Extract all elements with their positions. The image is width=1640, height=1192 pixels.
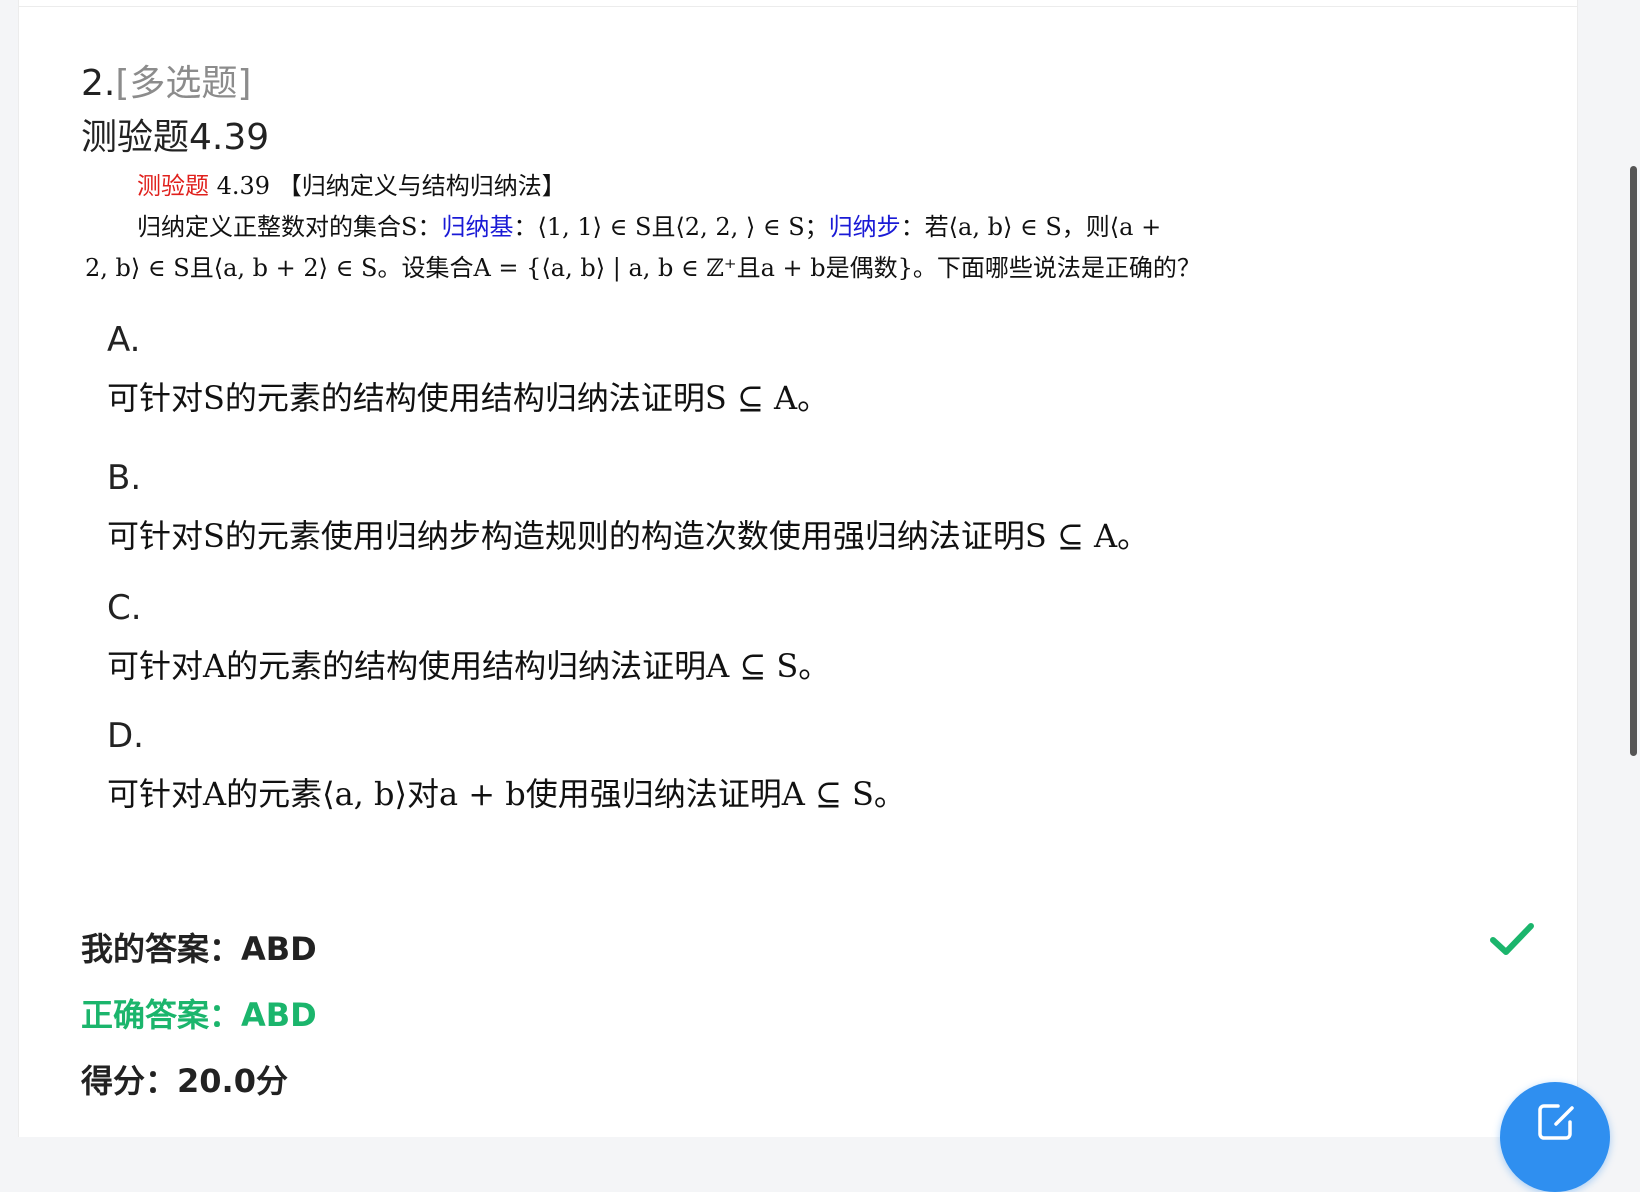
option-letter: B.	[107, 458, 142, 498]
stem-step-text: ：若⟨a, b⟩ ∈ S，则⟨a +	[900, 213, 1162, 241]
option-letter: A.	[107, 320, 141, 360]
stem-line-2: 归纳定义正整数对的集合S：归纳基：⟨1, 1⟩ ∈ S且⟨2, 2, ⟩ ∈ S…	[85, 207, 1235, 248]
my-answer: 我的答案：ABD	[81, 930, 317, 968]
check-icon	[1490, 923, 1534, 955]
question-title: 测验题4.39	[81, 117, 270, 158]
stem-intro: 归纳定义正整数对的集合S：	[137, 213, 442, 241]
correct-answer: 正确答案：ABD	[81, 996, 317, 1034]
option-letter: D.	[107, 716, 144, 756]
edit-button[interactable]	[1500, 1082, 1610, 1192]
stem-line-1: 测验题 4.39 【归纳定义与结构归纳法】	[85, 166, 1235, 207]
option-d[interactable]: D. 可针对A的元素⟨a, b⟩对a + b使用强归纳法证明A ⊆ S。	[107, 714, 906, 820]
option-letter: C.	[107, 588, 142, 628]
option-text: 可针对S的元素使用归纳步构造规则的构造次数使用强归纳法证明S ⊆ A。	[107, 517, 1150, 555]
option-text: 可针对S的元素的结构使用结构归纳法证明S ⊆ A。	[107, 379, 830, 417]
stem-line-3: 2, b⟩ ∈ S且⟨a, b + 2⟩ ∈ S。设集合A = {⟨a, b⟩ …	[85, 254, 1201, 282]
option-text: 可针对A的元素的结构使用结构归纳法证明A ⊆ S。	[107, 647, 831, 685]
answer-section: 我的答案：ABD 正确答案：ABD 得分：20.0分	[81, 916, 317, 1114]
question-number: 2.	[81, 63, 116, 104]
stem-base-text: ：⟨1, 1⟩ ∈ S且⟨2, 2, ⟩ ∈ S；	[513, 213, 829, 241]
edit-icon	[1538, 1104, 1574, 1140]
stem-label: 测验题	[137, 172, 209, 200]
score: 得分：20.0分	[81, 1062, 288, 1100]
stem-number: 4.39	[216, 172, 271, 200]
option-b[interactable]: B. 可针对S的元素使用归纳步构造规则的构造次数使用强归纳法证明S ⊆ A。	[107, 456, 1149, 562]
stem-base-label: 归纳基	[441, 213, 514, 241]
scrollbar[interactable]	[1630, 166, 1637, 756]
question-header: 2.[多选题]	[81, 60, 251, 108]
question-stem: 测验题 4.39 【归纳定义与结构归纳法】 归纳定义正整数对的集合S：归纳基：⟨…	[85, 166, 1235, 289]
stem-step-label: 归纳步	[828, 213, 901, 241]
question-type: [多选题]	[115, 63, 252, 104]
option-c[interactable]: C. 可针对A的元素的结构使用结构归纳法证明A ⊆ S。	[107, 586, 830, 692]
question-card: 2.[多选题] 测验题4.39 测验题 4.39 【归纳定义与结构归纳法】 归纳…	[18, 0, 1578, 1137]
stem-section: 【归纳定义与结构归纳法】	[277, 172, 566, 200]
option-text: 可针对A的元素⟨a, b⟩对a + b使用强归纳法证明A ⊆ S。	[107, 775, 906, 813]
divider	[19, 6, 1577, 7]
option-a[interactable]: A. 可针对S的元素的结构使用结构归纳法证明S ⊆ A。	[107, 318, 829, 424]
